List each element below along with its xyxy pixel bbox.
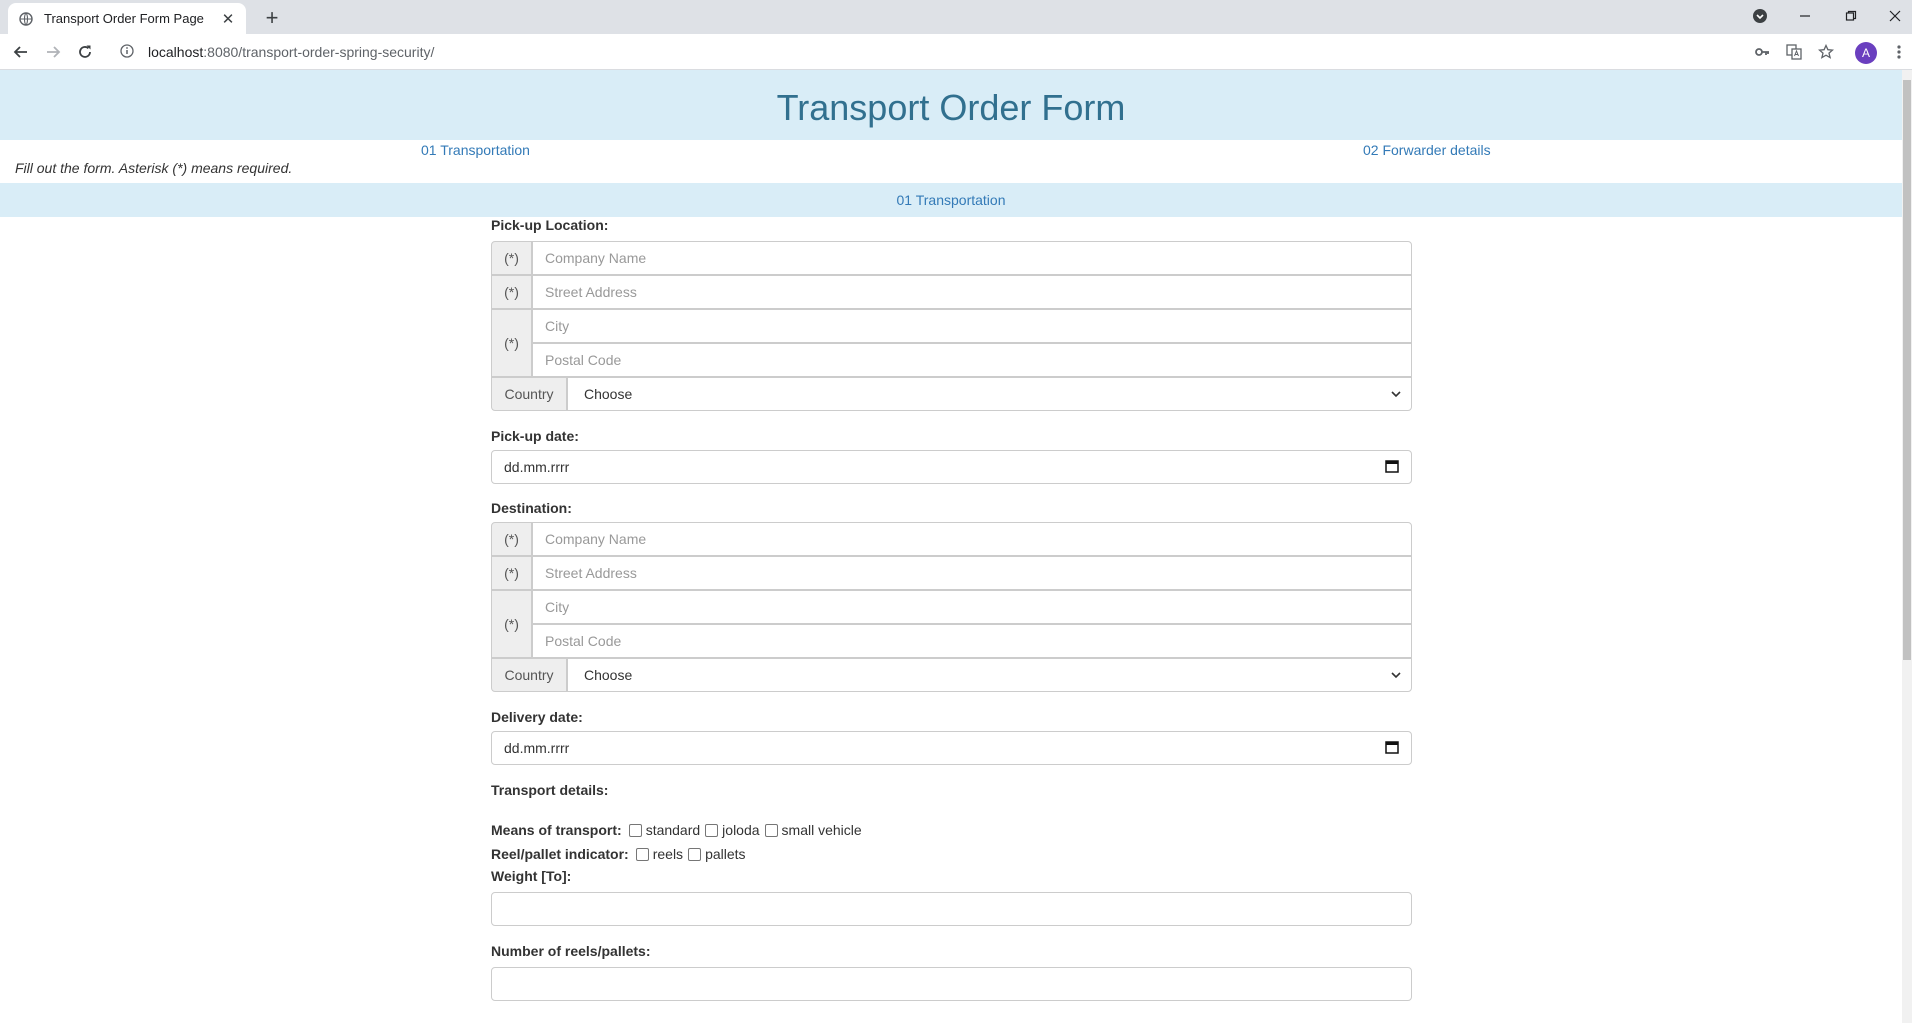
joloda-option-label: joloda (722, 822, 760, 838)
minimize-icon[interactable] (1790, 0, 1820, 32)
small-vehicle-checkbox[interactable] (764, 823, 778, 837)
scrollbar-thumb[interactable] (1903, 80, 1911, 660)
reload-icon[interactable] (72, 39, 98, 65)
page-content: Transport Order Form 01 Transportation 0… (0, 70, 1902, 1023)
reel-pallet-row: Reel/pallet indicator: reels pallets (491, 846, 1412, 862)
forward-arrow-icon[interactable] (40, 39, 66, 65)
standard-option-label: standard (645, 822, 701, 838)
browser-toolbar: localhost:8080/transport-order-spring-se… (0, 34, 1912, 70)
calendar-icon[interactable] (1385, 740, 1399, 757)
required-marker: (*) (491, 275, 532, 309)
reels-checkbox[interactable] (635, 847, 649, 861)
country-label: Country (491, 658, 567, 692)
browser-tab[interactable]: Transport Order Form Page ✕ (8, 3, 246, 34)
pickup-street-input[interactable]: Street Address (532, 275, 1412, 309)
site-info-icon[interactable] (120, 44, 136, 60)
page-scrollbar[interactable] (1902, 70, 1912, 1023)
tab-close-icon[interactable]: ✕ (220, 10, 236, 28)
pallets-checkbox[interactable] (688, 847, 702, 861)
step-link-forwarder-details[interactable]: 02 Forwarder details (1363, 142, 1491, 158)
pickup-country-group: Country Choose (491, 377, 1412, 411)
destination-country-group: Country Choose (491, 658, 1412, 692)
destination-country-select[interactable]: Choose (567, 658, 1412, 692)
pickup-postal-code-input[interactable]: Postal Code (532, 343, 1412, 377)
required-marker: (*) (491, 556, 532, 590)
key-icon[interactable] (1749, 39, 1775, 65)
destination-street-group: (*) Street Address (491, 556, 1412, 590)
profile-avatar[interactable]: A (1855, 42, 1877, 64)
pallets-option-label: pallets (705, 846, 746, 862)
chevron-down-icon (1391, 667, 1401, 683)
reel-pallet-label: Reel/pallet indicator: (491, 846, 629, 862)
url-host: localhost (148, 44, 204, 60)
required-marker: (*) (491, 590, 532, 658)
step-link-transportation[interactable]: 01 Transportation (421, 142, 530, 158)
delivery-date-input[interactable]: dd.mm.rrrr (491, 731, 1412, 765)
pickup-street-group: (*) Street Address (491, 275, 1412, 309)
globe-icon (18, 11, 34, 27)
delivery-date-placeholder: dd.mm.rrrr (504, 740, 570, 756)
destination-company-group: (*) Company Name (491, 522, 1412, 556)
pickup-company-input[interactable]: Company Name (532, 241, 1412, 275)
destination-postal-code-input[interactable]: Postal Code (532, 624, 1412, 658)
form-instructions: Fill out the form. Asterisk (*) means re… (15, 160, 293, 176)
required-marker: (*) (491, 522, 532, 556)
destination-company-input[interactable]: Company Name (532, 522, 1412, 556)
close-window-icon[interactable] (1880, 0, 1910, 32)
section-heading-bar: 01 Transportation (0, 183, 1902, 217)
tab-title: Transport Order Form Page (44, 11, 204, 26)
required-marker: (*) (491, 309, 532, 377)
pickup-city-postal-group: (*) City Postal Code (491, 309, 1412, 377)
pickup-date-label: Pick-up date: (491, 428, 579, 444)
delivery-date-label: Delivery date: (491, 709, 583, 725)
back-arrow-icon[interactable] (8, 39, 34, 65)
pickup-company-group: (*) Company Name (491, 241, 1412, 275)
section-heading: 01 Transportation (896, 192, 1006, 208)
restore-icon[interactable] (1836, 0, 1866, 32)
url-path: :8080/transport-order-spring-security/ (203, 44, 435, 60)
url-text: localhost:8080/transport-order-spring-se… (148, 44, 434, 60)
destination-city-postal-group: (*) City Postal Code (491, 590, 1412, 658)
country-label: Country (491, 377, 567, 411)
tab-search-icon[interactable] (1748, 0, 1772, 32)
means-of-transport-label: Means of transport: (491, 822, 622, 838)
destination-label: Destination: (491, 500, 572, 516)
reels-option-label: reels (652, 846, 684, 862)
chevron-down-icon (1391, 386, 1401, 402)
new-tab-plus-icon[interactable]: + (258, 5, 286, 31)
required-marker: (*) (491, 241, 532, 275)
pickup-date-input[interactable]: dd.mm.rrrr (491, 450, 1412, 484)
pickup-city-input[interactable]: City (532, 309, 1412, 343)
menu-dots-icon[interactable] (1886, 39, 1912, 65)
pickup-country-value: Choose (584, 386, 633, 402)
bookmark-star-icon[interactable] (1813, 39, 1839, 65)
standard-checkbox[interactable] (628, 823, 642, 837)
translate-icon[interactable] (1781, 39, 1807, 65)
destination-city-input[interactable]: City (532, 590, 1412, 624)
destination-country-value: Choose (584, 667, 633, 683)
step-nav: 01 Transportation 02 Forwarder details (0, 140, 1902, 160)
browser-tabstrip: Transport Order Form Page ✕ + (0, 0, 1912, 34)
address-bar[interactable]: localhost:8080/transport-order-spring-se… (110, 38, 1750, 66)
transport-details-label: Transport details: (491, 782, 609, 798)
destination-street-input[interactable]: Street Address (532, 556, 1412, 590)
weight-label: Weight [To]: (491, 868, 572, 884)
page-title: Transport Order Form (776, 87, 1126, 128)
means-of-transport-row: Means of transport: standard joloda smal… (491, 822, 1412, 838)
transport-form: Pick-up Location: (*) Company Name (*) S… (491, 217, 1412, 1001)
pickup-location-label: Pick-up Location: (491, 217, 609, 233)
pickup-date-placeholder: dd.mm.rrrr (504, 459, 570, 475)
number-of-reels-pallets-input[interactable] (491, 967, 1412, 1001)
weight-input[interactable] (491, 892, 1412, 926)
pickup-country-select[interactable]: Choose (567, 377, 1412, 411)
joloda-checkbox[interactable] (705, 823, 719, 837)
page-header: Transport Order Form (0, 70, 1902, 140)
calendar-icon[interactable] (1385, 459, 1399, 476)
small-vehicle-option-label: small vehicle (781, 822, 862, 838)
number-of-reels-pallets-label: Number of reels/pallets: (491, 943, 651, 959)
